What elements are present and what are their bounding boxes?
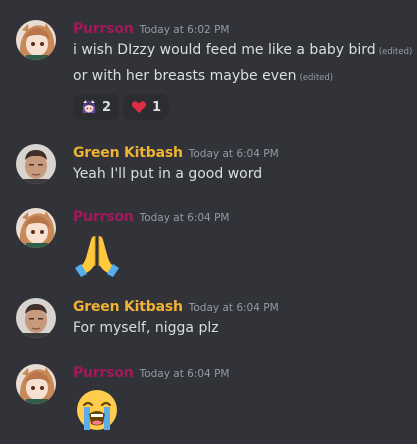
man-portrait-avatar-icon — [16, 144, 56, 184]
loudly-crying-face-emoji — [73, 386, 409, 438]
edited-label: (edited) — [378, 47, 413, 57]
author-name[interactable]: Green Kitbash — [73, 299, 183, 315]
message-header: Purrson Today at 6:04 PM — [73, 362, 409, 382]
message-line: For myself, nigga plz — [73, 318, 409, 338]
message-content: Green Kitbash Today at 6:04 PM Yeah I'll … — [73, 142, 409, 184]
author-name[interactable]: Purrson — [73, 209, 134, 225]
avatar[interactable] — [16, 20, 56, 60]
avatar[interactable] — [16, 298, 56, 338]
reaction-count: 2 — [102, 99, 112, 115]
reaction-heart[interactable]: 1 — [123, 94, 170, 120]
reaction-count: 1 — [152, 99, 162, 115]
anime-girl-emoji-icon — [82, 100, 96, 113]
avatar[interactable] — [16, 144, 56, 184]
author-name[interactable]: Green Kitbash — [73, 145, 183, 161]
message-line: Yeah I'll put in a good word — [73, 164, 409, 184]
timestamp[interactable]: Today at 6:02 PM — [140, 24, 230, 36]
timestamp[interactable]: Today at 6:04 PM — [140, 368, 230, 380]
message-text: Yeah I'll put in a good word — [73, 166, 263, 182]
anime-girl-avatar-icon — [16, 20, 56, 60]
timestamp[interactable]: Today at 6:04 PM — [189, 148, 279, 160]
author-name[interactable]: Purrson — [73, 365, 134, 381]
message-content: Green Kitbash Today at 6:04 PM For myself… — [73, 296, 409, 338]
message-text: or with her breasts maybe even — [73, 68, 297, 84]
reaction-anime-girl[interactable]: 2 — [73, 94, 120, 120]
timestamp[interactable]: Today at 6:04 PM — [189, 302, 279, 314]
message-line: i wish DIzzy would feed me like a baby b… — [73, 40, 412, 62]
message-text: i wish DIzzy would feed me like a baby b… — [73, 42, 376, 58]
message-header: Green Kitbash Today at 6:04 PM — [73, 142, 409, 162]
anime-girl-avatar-icon — [16, 364, 56, 404]
message-header: Green Kitbash Today at 6:04 PM — [73, 296, 409, 316]
message-text: For myself, nigga plz — [73, 320, 219, 336]
avatar[interactable] — [16, 208, 56, 248]
red-heart-emoji-icon — [131, 101, 147, 113]
timestamp[interactable]: Today at 6:04 PM — [140, 212, 230, 224]
anime-girl-avatar-icon — [16, 208, 56, 248]
edited-label: (edited) — [299, 73, 334, 83]
folded-hands-emoji — [73, 230, 409, 282]
message-content: Purrson Today at 6:02 PM i wish DIzzy wou… — [73, 18, 412, 120]
message-content: Purrson Today at 6:04 PM — [73, 206, 409, 282]
author-name[interactable]: Purrson — [73, 21, 134, 37]
loudly-crying-face-emoji-icon — [77, 390, 117, 430]
message-header: Purrson Today at 6:02 PM — [73, 18, 409, 38]
message-header: Purrson Today at 6:04 PM — [73, 206, 409, 226]
man-portrait-avatar-icon — [16, 298, 56, 338]
folded-hands-emoji-icon — [75, 236, 119, 277]
avatar[interactable] — [16, 364, 56, 404]
message-content: Purrson Today at 6:04 PM — [73, 362, 409, 438]
message-line: or with her breasts maybe even (edited) — [73, 66, 409, 88]
reactions-bar: 2 1 — [73, 94, 409, 120]
